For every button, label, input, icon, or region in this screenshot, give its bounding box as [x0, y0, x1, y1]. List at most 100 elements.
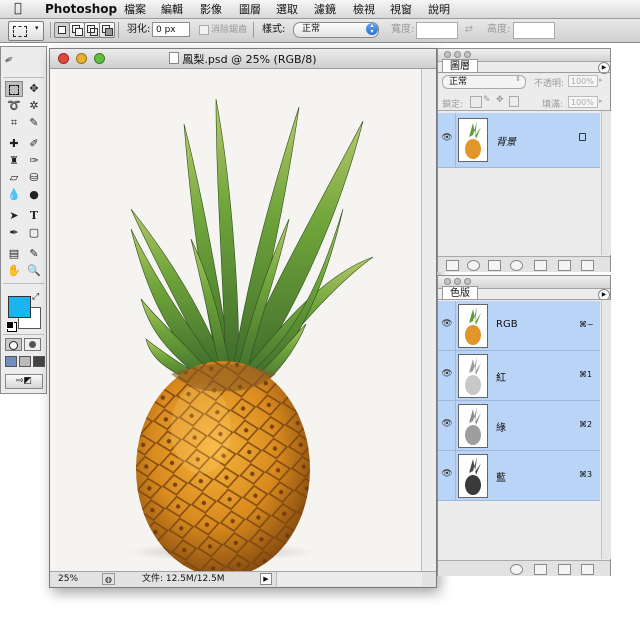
- quick-mask-mode-icon[interactable]: [24, 338, 41, 351]
- lock-pixels-icon[interactable]: ✎: [483, 95, 491, 105]
- add-selection-button[interactable]: [69, 22, 85, 38]
- lock-position-icon[interactable]: ✥: [496, 95, 504, 105]
- eye-icon[interactable]: 👁: [440, 319, 454, 329]
- channel-row-red[interactable]: 👁 紅 ⌘1: [438, 351, 600, 401]
- menu-window[interactable]: 視窗: [390, 3, 412, 16]
- trash-icon[interactable]: [581, 260, 594, 271]
- app-menu[interactable]: Photoshop: [45, 2, 117, 16]
- eye-icon[interactable]: 👁: [440, 469, 454, 479]
- link-layers-icon[interactable]: [446, 260, 459, 271]
- trash-icon[interactable]: [581, 564, 594, 575]
- eye-icon[interactable]: 👁: [440, 133, 454, 143]
- menu-file[interactable]: 檔案: [124, 3, 146, 16]
- apple-menu-icon[interactable]: : [14, 1, 22, 17]
- layer-name[interactable]: 背景: [496, 133, 516, 148]
- notes-tool-icon[interactable]: ▤: [5, 246, 23, 262]
- height-input[interactable]: [513, 22, 555, 39]
- image-canvas[interactable]: [51, 69, 421, 571]
- tool-preset-picker[interactable]: ▾: [8, 21, 44, 41]
- eyedropper-tool-icon[interactable]: ✎: [25, 246, 43, 262]
- tab-channels[interactable]: 色版: [442, 286, 478, 300]
- dodge-tool-icon[interactable]: ●: [25, 187, 43, 203]
- new-layer-icon[interactable]: [558, 260, 571, 271]
- move-tool-icon[interactable]: ✥: [25, 81, 43, 97]
- standard-screen-mode-icon[interactable]: [5, 356, 17, 367]
- layer-row[interactable]: 👁 背景: [438, 113, 600, 168]
- new-channel-icon[interactable]: [558, 564, 571, 575]
- subtract-selection-button[interactable]: [84, 22, 100, 38]
- menu-edit[interactable]: 編輯: [161, 3, 183, 16]
- status-menu-arrow-icon[interactable]: ▶: [260, 573, 272, 585]
- adjustment-layer-icon[interactable]: [510, 260, 523, 271]
- save-selection-channel-icon[interactable]: [534, 564, 547, 575]
- version-cue-icon[interactable]: ◍: [102, 573, 115, 585]
- channel-row-green[interactable]: 👁 綠 ⌘2: [438, 401, 600, 451]
- eye-icon[interactable]: 👁: [440, 419, 454, 429]
- antialias-checkbox[interactable]: [199, 25, 209, 35]
- pen-tool-icon[interactable]: ✒: [5, 225, 23, 241]
- style-dropdown[interactable]: 正常 ▴ ▾: [293, 22, 379, 38]
- minimize-panel-button[interactable]: [454, 278, 461, 285]
- blend-mode-dropdown[interactable]: 正常 ⇕: [442, 75, 526, 89]
- add-mask-icon[interactable]: [488, 260, 501, 271]
- eye-icon[interactable]: 👁: [440, 369, 454, 379]
- marquee-tool-icon[interactable]: [5, 81, 23, 97]
- magic-wand-tool-icon[interactable]: ✲: [25, 98, 43, 114]
- channels-scrollbar[interactable]: [601, 300, 611, 559]
- swap-dimensions-icon[interactable]: ⇄: [461, 22, 477, 37]
- slice-tool-icon[interactable]: ✎: [25, 115, 43, 131]
- layer-style-icon[interactable]: [467, 260, 480, 271]
- zoom-panel-button[interactable]: [464, 278, 471, 285]
- healing-brush-tool-icon[interactable]: ✚: [5, 136, 23, 152]
- full-screen-menu-mode-icon[interactable]: [19, 356, 31, 367]
- fill-input[interactable]: 100%: [568, 96, 598, 108]
- new-selection-button[interactable]: [54, 22, 70, 38]
- menu-select[interactable]: 選取: [276, 3, 298, 16]
- close-panel-button[interactable]: [444, 51, 451, 58]
- lock-transparency-icon[interactable]: [470, 96, 482, 108]
- swap-colors-icon[interactable]: ⤢: [32, 292, 39, 302]
- zoom-tool-icon[interactable]: 🔍: [25, 263, 43, 279]
- default-colors-icon[interactable]: [6, 321, 14, 329]
- new-group-icon[interactable]: [534, 260, 547, 271]
- document-titlebar[interactable]: 鳳梨.psd @ 25% (RGB/8): [50, 49, 436, 69]
- width-input[interactable]: [416, 22, 458, 39]
- lock-all-icon[interactable]: [509, 96, 519, 107]
- shape-tool-icon[interactable]: ▢: [25, 225, 43, 241]
- jump-to-imageready-icon[interactable]: ⇨◩: [5, 374, 43, 389]
- feather-input[interactable]: 0 px: [152, 22, 190, 37]
- opacity-input[interactable]: 100%: [568, 75, 598, 87]
- horizontal-scrollbar[interactable]: [276, 572, 422, 586]
- lasso-tool-icon[interactable]: ➰: [5, 98, 23, 114]
- tab-layers[interactable]: 圖層: [442, 59, 478, 73]
- menu-view[interactable]: 檢視: [353, 3, 375, 16]
- opacity-arrow-icon[interactable]: ▸: [599, 76, 603, 84]
- channel-row-blue[interactable]: 👁 藍 ⌘3: [438, 451, 600, 501]
- paint-bucket-tool-icon[interactable]: ⛁: [25, 170, 43, 186]
- clone-stamp-tool-icon[interactable]: ♜: [5, 153, 23, 169]
- crop-tool-icon[interactable]: ⌗: [5, 115, 23, 131]
- menu-help[interactable]: 說明: [428, 3, 450, 16]
- foreground-color-swatch[interactable]: [8, 296, 31, 318]
- channel-row-rgb[interactable]: 👁 RGB ⌘~: [438, 301, 600, 351]
- vertical-scrollbar[interactable]: [421, 69, 436, 571]
- zoom-level[interactable]: 25%: [58, 572, 78, 586]
- layers-scrollbar[interactable]: [601, 111, 611, 255]
- zoom-panel-button[interactable]: [464, 51, 471, 58]
- menu-filter[interactable]: 濾鏡: [314, 3, 336, 16]
- close-panel-button[interactable]: [444, 278, 451, 285]
- type-tool-icon[interactable]: T: [25, 208, 43, 224]
- hand-tool-icon[interactable]: ✋: [5, 263, 23, 279]
- intersect-selection-button[interactable]: [99, 22, 115, 38]
- blur-tool-icon[interactable]: 💧: [5, 187, 23, 203]
- load-channel-selection-icon[interactable]: [510, 564, 523, 575]
- standard-mode-icon[interactable]: [5, 338, 22, 351]
- history-brush-tool-icon[interactable]: ✑: [25, 153, 43, 169]
- menu-layer[interactable]: 圖層: [239, 3, 261, 16]
- full-screen-mode-icon[interactable]: [33, 356, 45, 367]
- brush-tool-icon[interactable]: ✐: [25, 136, 43, 152]
- fill-arrow-icon[interactable]: ▸: [599, 97, 603, 105]
- path-selection-tool-icon[interactable]: ➤: [5, 208, 23, 224]
- menu-image[interactable]: 影像: [200, 3, 222, 16]
- eraser-tool-icon[interactable]: ▱: [5, 170, 23, 186]
